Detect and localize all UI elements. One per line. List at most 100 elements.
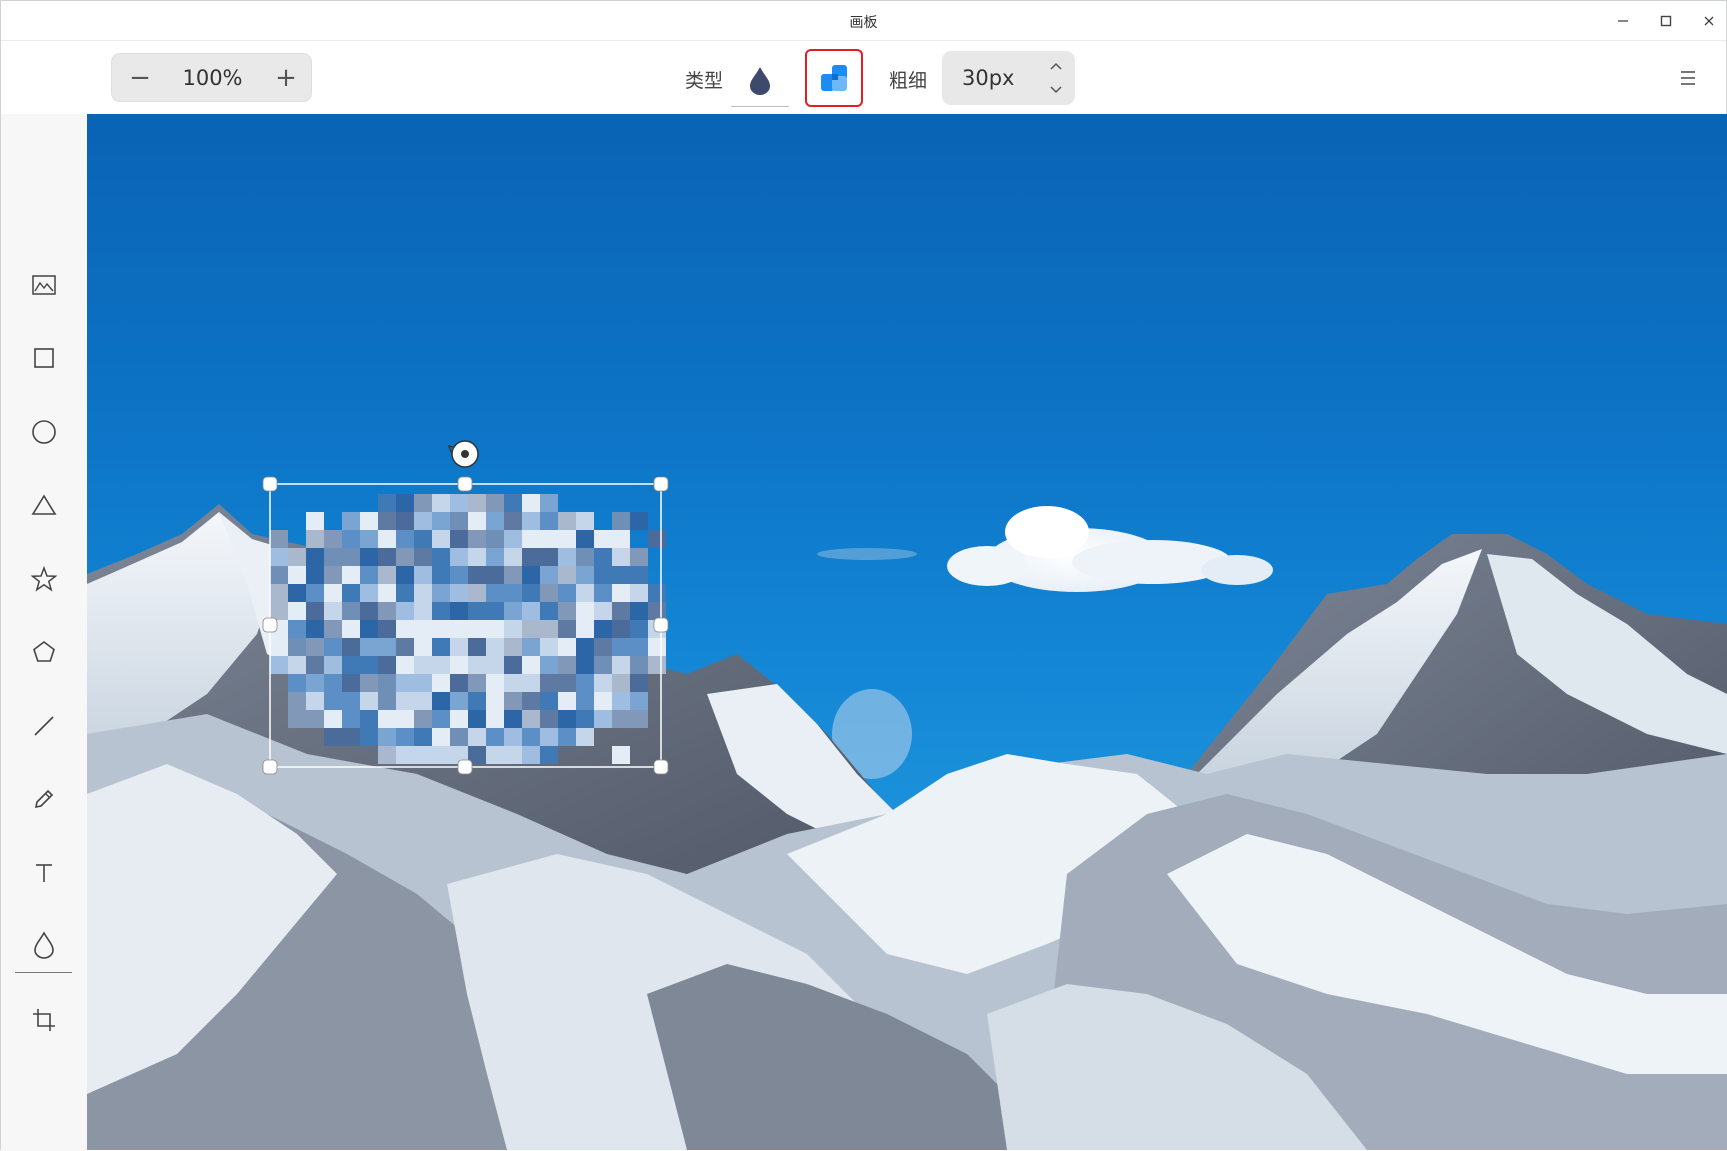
crop-tool-button[interactable]	[19, 995, 69, 1045]
resize-handle[interactable]	[653, 759, 669, 775]
mosaic-cell	[432, 692, 450, 710]
mosaic-cell	[360, 638, 378, 656]
mosaic-cell	[504, 494, 522, 512]
mosaic-cell	[486, 746, 504, 764]
rectangle-tool-button[interactable]	[19, 333, 69, 383]
resize-handle[interactable]	[262, 476, 278, 492]
thickness-decrease-button[interactable]	[1045, 79, 1067, 101]
mosaic-cell	[594, 602, 612, 620]
mosaic-cell	[612, 530, 630, 548]
mosaic-cell	[540, 638, 558, 656]
resize-handle[interactable]	[653, 617, 669, 633]
mosaic-cell	[504, 728, 522, 746]
mosaic-cell	[630, 566, 648, 584]
thickness-spinbox[interactable]: 30px	[942, 51, 1075, 105]
mosaic-cell	[324, 728, 342, 746]
thickness-increase-button[interactable]	[1045, 55, 1067, 77]
mosaic-cell	[558, 710, 576, 728]
mosaic-cell	[648, 530, 666, 548]
image-tool-button[interactable]	[19, 260, 69, 310]
mosaic-cell	[576, 674, 594, 692]
mosaic-cell	[414, 656, 432, 674]
mosaic-cell	[594, 620, 612, 638]
pencil-tool-button[interactable]	[19, 774, 69, 824]
mosaic-cell	[288, 710, 306, 728]
mosaic-cell	[648, 638, 666, 656]
mosaic-cell	[486, 638, 504, 656]
mosaic-cell	[432, 584, 450, 602]
mosaic-cell	[396, 674, 414, 692]
polygon-tool-button[interactable]	[19, 627, 69, 677]
mosaic-cell	[342, 602, 360, 620]
mosaic-cell	[612, 584, 630, 602]
mosaic-cell	[522, 746, 540, 764]
window-title: 画板	[849, 15, 878, 31]
mosaic-cell	[432, 728, 450, 746]
mosaic-cell	[594, 530, 612, 548]
drawing-canvas[interactable]	[87, 114, 1727, 1150]
star-tool-button[interactable]	[19, 554, 69, 604]
mosaic-cell	[378, 494, 396, 512]
mosaic-cell	[486, 692, 504, 710]
mosaic-cell	[594, 692, 612, 710]
resize-handle[interactable]	[653, 476, 669, 492]
mosaic-cell	[396, 584, 414, 602]
rotate-handle-icon[interactable]	[447, 440, 479, 468]
zoom-out-button[interactable]: −	[116, 54, 164, 101]
close-button[interactable]	[1694, 8, 1724, 34]
chevron-up-icon	[1050, 62, 1062, 70]
mosaic-cell	[468, 584, 486, 602]
mosaic-cell	[432, 530, 450, 548]
mosaic-cell	[306, 674, 324, 692]
mosaic-cell	[432, 674, 450, 692]
mosaic-cell	[486, 512, 504, 530]
mosaic-cell	[504, 638, 522, 656]
mosaic-cell	[630, 692, 648, 710]
mosaic-cell	[468, 548, 486, 566]
mosaic-cell	[450, 638, 468, 656]
resize-handle[interactable]	[457, 759, 473, 775]
mosaic-cell	[522, 620, 540, 638]
line-tool-button[interactable]	[19, 701, 69, 751]
resize-handle[interactable]	[262, 759, 278, 775]
minimize-button[interactable]	[1608, 8, 1638, 34]
zoom-in-button[interactable]: +	[262, 54, 310, 101]
mosaic-cell	[558, 674, 576, 692]
star-icon	[31, 566, 57, 592]
mosaic-cell	[432, 746, 450, 764]
mosaic-cell	[630, 512, 648, 530]
mosaic-cell	[360, 620, 378, 638]
mosaic-cell	[486, 530, 504, 548]
maximize-button[interactable]	[1651, 8, 1681, 34]
mosaic-cell	[378, 620, 396, 638]
mosaic-cell	[324, 584, 342, 602]
text-tool-button[interactable]	[19, 848, 69, 898]
resize-handle[interactable]	[457, 476, 473, 492]
triangle-tool-button[interactable]	[19, 480, 69, 530]
resize-handle[interactable]	[262, 617, 278, 633]
main-menu-button[interactable]	[1673, 63, 1703, 93]
mosaic-cell	[540, 692, 558, 710]
type-mosaic-button[interactable]	[805, 49, 863, 107]
mosaic-cell	[396, 728, 414, 746]
mosaic-cell	[576, 692, 594, 710]
mosaic-cell	[270, 548, 288, 566]
mosaic-cell	[414, 710, 432, 728]
mosaic-cell	[288, 692, 306, 710]
blur-tool-button[interactable]	[19, 920, 69, 970]
mosaic-cell	[342, 530, 360, 548]
mosaic-cell	[324, 638, 342, 656]
mosaic-cell	[504, 566, 522, 584]
mosaic-icon	[821, 65, 847, 91]
mosaic-cell	[522, 728, 540, 746]
mosaic-cell	[648, 656, 666, 674]
mosaic-cell	[414, 566, 432, 584]
mosaic-cell	[306, 620, 324, 638]
type-blur-button[interactable]	[731, 53, 789, 107]
mosaic-cell	[486, 728, 504, 746]
mosaic-cell	[414, 674, 432, 692]
mosaic-cell	[306, 512, 324, 530]
ellipse-tool-button[interactable]	[19, 407, 69, 457]
mosaic-cell	[612, 656, 630, 674]
mosaic-cell	[522, 512, 540, 530]
